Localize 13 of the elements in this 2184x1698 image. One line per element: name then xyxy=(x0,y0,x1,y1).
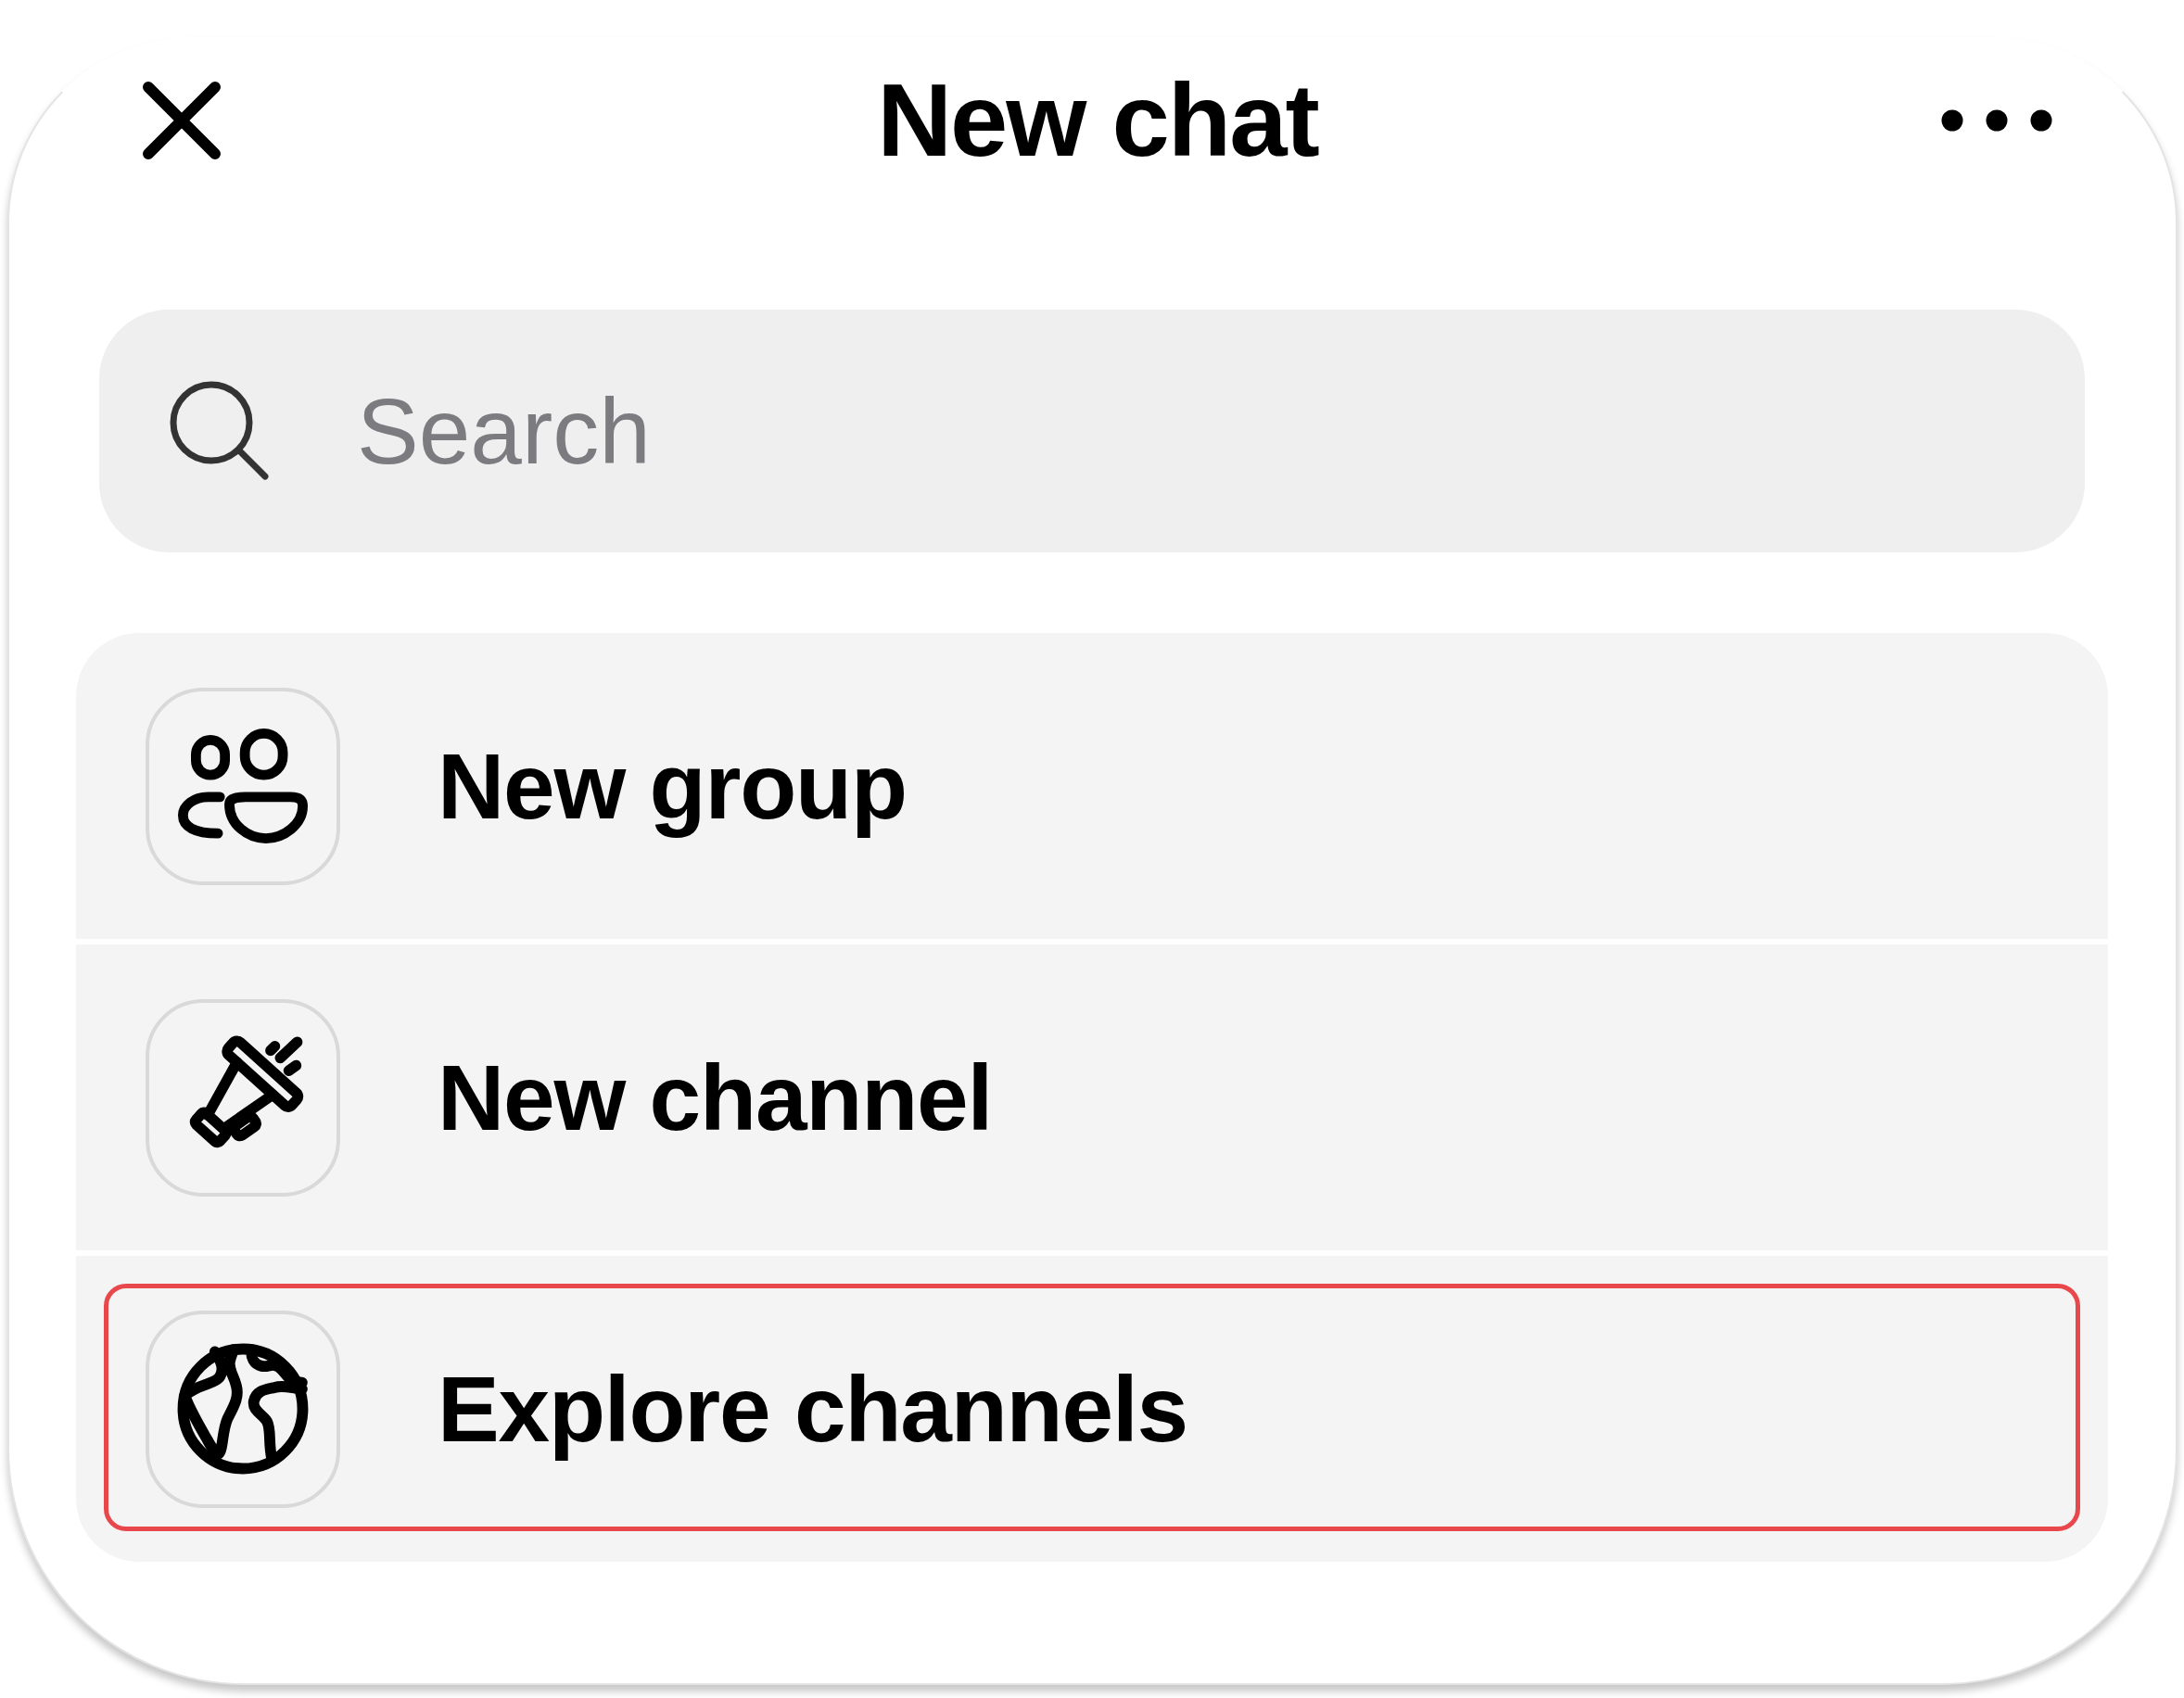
globe-icon xyxy=(146,1310,340,1508)
more-button[interactable] xyxy=(1941,109,2052,132)
more-icon xyxy=(1941,109,2052,132)
close-icon xyxy=(143,82,221,159)
sheet-title: New chat xyxy=(877,60,1318,180)
search-icon xyxy=(169,380,271,482)
people-icon xyxy=(146,687,340,885)
megaphone-icon xyxy=(146,998,340,1197)
menu-item[interactable]: Explore channels xyxy=(76,1256,2108,1562)
search-field[interactable]: Search xyxy=(99,310,2085,552)
close-button[interactable] xyxy=(143,82,221,159)
menu-item[interactable]: New channel xyxy=(76,944,2108,1250)
menu-item[interactable]: New group xyxy=(76,633,2108,939)
